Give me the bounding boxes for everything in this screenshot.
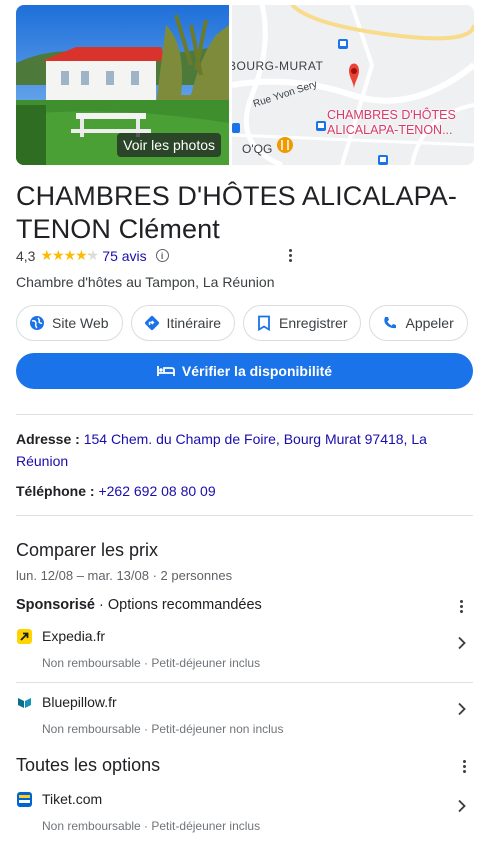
call-label: Appeler xyxy=(405,315,454,331)
map-background xyxy=(232,5,474,165)
map-place-line1: CHAMBRES D'HÔTES xyxy=(327,108,456,122)
compare-prices-heading: Comparer les prix xyxy=(16,540,159,560)
business-title-line2: TENON Clément xyxy=(16,214,220,244)
all-options-heading: Toutes les options xyxy=(16,755,161,775)
more-options-icon[interactable] xyxy=(284,247,296,263)
offer-name: Bluepillow.fr xyxy=(42,694,117,710)
address-label: Adresse : xyxy=(16,431,80,447)
offer-details: Non remboursable · Petit-déjeuner inclus xyxy=(42,819,261,833)
rating-row: 4,3 ★★★★★★ 75 avis i xyxy=(16,247,169,264)
star-icon: ★ xyxy=(75,247,88,263)
address-row: Adresse : 154 Chem. du Champ de Foire, B… xyxy=(16,428,456,472)
expedia-logo-icon xyxy=(17,629,32,644)
recommended-options-label: · Options recommandées xyxy=(94,597,262,613)
phone-link[interactable]: +262 692 08 80 09 xyxy=(98,483,215,499)
sponsored-label: Sponsorisé xyxy=(16,597,95,613)
sponsored-header: Sponsorisé · Options recommandées xyxy=(16,597,262,613)
star-icon: ★★ xyxy=(86,247,100,263)
divider xyxy=(16,515,473,516)
phone-label: Téléphone : xyxy=(16,483,95,499)
star-icon: ★ xyxy=(63,247,77,263)
action-chips: Site Web Itinéraire Enregistrer Appeler xyxy=(16,305,468,341)
offer-row-tiket[interactable]: Tiket.com Non remboursable · Petit-déjeu… xyxy=(16,789,473,841)
bookmark-icon xyxy=(255,314,273,332)
rating-value: 4,3 xyxy=(16,247,36,264)
directions-label: Itinéraire xyxy=(166,315,222,331)
map-place-label[interactable]: CHAMBRES D'HÔTES ALICALAPA-TENON... xyxy=(327,108,456,138)
business-category: Chambre d'hôtes au Tampon, La Réunion xyxy=(16,274,275,290)
tiket-logo-icon xyxy=(17,792,32,807)
info-icon[interactable]: i xyxy=(155,249,169,262)
hotel-photo[interactable]: Voir les photos xyxy=(16,5,229,165)
call-button[interactable]: Appeler xyxy=(369,305,468,341)
divider xyxy=(16,414,473,415)
star-icon: ★ xyxy=(40,247,53,263)
rating-stars: ★★★★★★ xyxy=(40,247,100,264)
reviews-link[interactable]: 75 avis xyxy=(102,248,146,264)
phone-icon xyxy=(381,314,399,332)
view-photos-label[interactable]: Voir les photos xyxy=(117,133,221,157)
offer-details: Non remboursable · Petit-déjeuner non in… xyxy=(42,722,284,736)
business-title: CHAMBRES D'HÔTES ALICALAPA- TENON Clémen… xyxy=(16,180,476,246)
check-availability-button[interactable]: Vérifier la disponibilité xyxy=(16,353,473,389)
bed-icon xyxy=(157,365,175,377)
stay-dates[interactable]: lun. 12/08 – mar. 13/08 · 2 personnes xyxy=(16,568,232,583)
sponsored-more-icon[interactable] xyxy=(455,598,467,614)
bluepillow-logo-icon xyxy=(17,695,32,710)
directions-icon xyxy=(143,314,161,332)
directions-button[interactable]: Itinéraire xyxy=(130,305,236,341)
offer-details: Non remboursable · Petit-déjeuner inclus xyxy=(42,656,261,670)
chevron-right-icon xyxy=(458,636,466,650)
website-label: Site Web xyxy=(52,315,109,331)
chevron-right-icon xyxy=(458,799,466,813)
offer-row-expedia[interactable]: Expedia.fr Non remboursable · Petit-déje… xyxy=(16,626,473,678)
business-title-line1: CHAMBRES D'HÔTES ALICALAPA- xyxy=(16,181,457,211)
location-map[interactable]: BOURG-MURAT Rue Yvon Sery O'QG CHAMBRES … xyxy=(232,5,474,165)
offer-row-bluepillow[interactable]: Bluepillow.fr Non remboursable · Petit-d… xyxy=(16,692,473,744)
divider xyxy=(16,682,473,683)
media-strip: Voir les photos BOURG-MURAT Rue Yvon Ser… xyxy=(16,5,474,165)
phone-row: Téléphone : +262 692 08 80 09 xyxy=(16,480,456,502)
globe-icon xyxy=(28,314,46,332)
save-label: Enregistrer xyxy=(279,315,348,331)
offer-name: Expedia.fr xyxy=(42,628,106,644)
offer-name: Tiket.com xyxy=(42,791,103,807)
map-poi-label: O'QG xyxy=(242,142,273,156)
star-icon: ★ xyxy=(52,247,65,263)
website-button[interactable]: Site Web xyxy=(16,305,123,341)
save-button[interactable]: Enregistrer xyxy=(243,305,362,341)
map-area-label: BOURG-MURAT xyxy=(232,59,324,73)
map-place-line2: ALICALAPA-TENON... xyxy=(327,123,453,137)
check-availability-label: Vérifier la disponibilité xyxy=(181,363,333,379)
chevron-right-icon xyxy=(458,702,466,716)
all-options-more-icon[interactable] xyxy=(458,758,470,774)
